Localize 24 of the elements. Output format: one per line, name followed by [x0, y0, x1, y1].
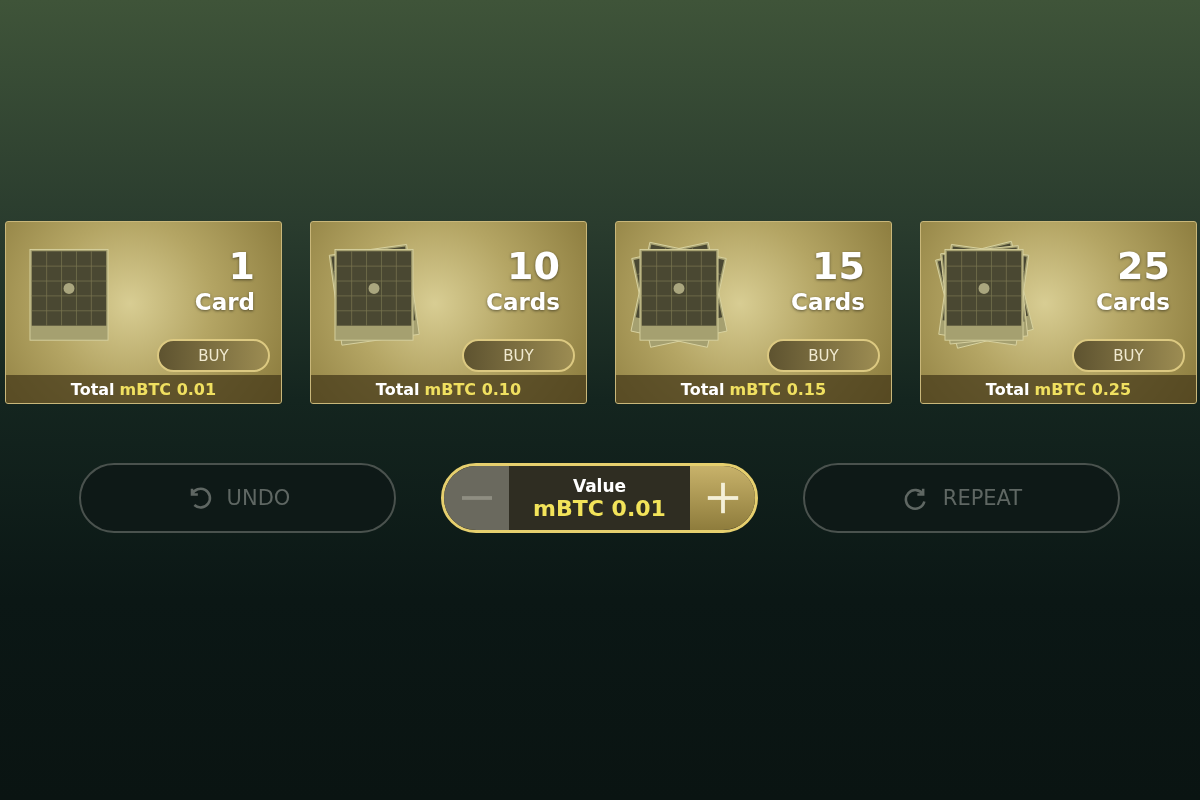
card-unit: Cards — [791, 288, 865, 316]
total-price: Total mBTC 0.25 — [921, 375, 1196, 403]
buy-button[interactable]: BUY — [1072, 339, 1185, 372]
total-price: Total mBTC 0.01 — [6, 375, 281, 403]
value-amount: mBTC 0.01 — [533, 495, 666, 521]
card-count: 1 — [228, 244, 255, 288]
increase-button[interactable] — [690, 466, 755, 530]
card-count: 25 — [1117, 244, 1170, 288]
card-pack[interactable]: 10 Cards BUY Total mBTC 0.10 — [310, 221, 587, 404]
card-count: 10 — [507, 244, 560, 288]
minus-icon — [461, 496, 492, 500]
buy-button[interactable]: BUY — [157, 339, 270, 372]
card-unit: Card — [194, 288, 255, 316]
card-pack[interactable]: 25 Cards BUY Total mBTC 0.25 — [920, 221, 1197, 404]
card-pack[interactable]: 1 Card BUY Total mBTC 0.01 — [5, 221, 282, 404]
total-price: Total mBTC 0.10 — [311, 375, 586, 403]
buy-button[interactable]: BUY — [462, 339, 575, 372]
card-count: 15 — [812, 244, 865, 288]
total-price: Total mBTC 0.15 — [616, 375, 891, 403]
value-label: Value — [572, 475, 627, 496]
buy-button[interactable]: BUY — [767, 339, 880, 372]
card-unit: Cards — [1096, 288, 1170, 316]
card-unit: Cards — [486, 288, 560, 316]
card-pack[interactable]: 15 Cards BUY Total mBTC 0.15 — [615, 221, 892, 404]
